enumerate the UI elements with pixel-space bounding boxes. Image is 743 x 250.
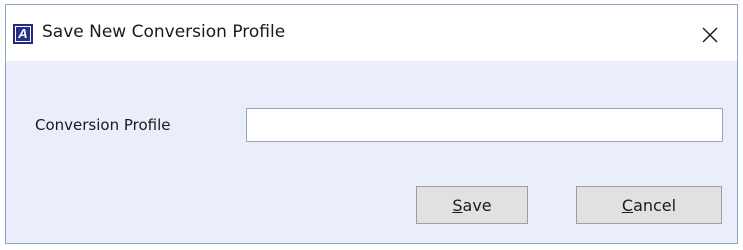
cancel-button-label: ancel xyxy=(633,195,677,215)
app-logo-icon: A xyxy=(13,24,33,44)
app-logo-letter: A xyxy=(16,27,30,41)
close-icon xyxy=(702,27,718,43)
dialog-title: Save New Conversion Profile xyxy=(42,22,286,42)
save-button-label: ave xyxy=(462,195,492,215)
dialog-window: A Save New Conversion Profile Conversion… xyxy=(5,4,738,244)
conversion-profile-label: Conversion Profile xyxy=(35,116,171,134)
cancel-button[interactable]: Cancel xyxy=(576,186,722,224)
conversion-profile-input[interactable] xyxy=(246,108,723,142)
save-button[interactable]: Save xyxy=(416,186,528,224)
close-button[interactable] xyxy=(696,21,724,49)
save-button-mnemonic: S xyxy=(452,195,463,215)
cancel-button-mnemonic: C xyxy=(621,195,634,215)
title-bar[interactable]: A Save New Conversion Profile xyxy=(6,5,737,61)
